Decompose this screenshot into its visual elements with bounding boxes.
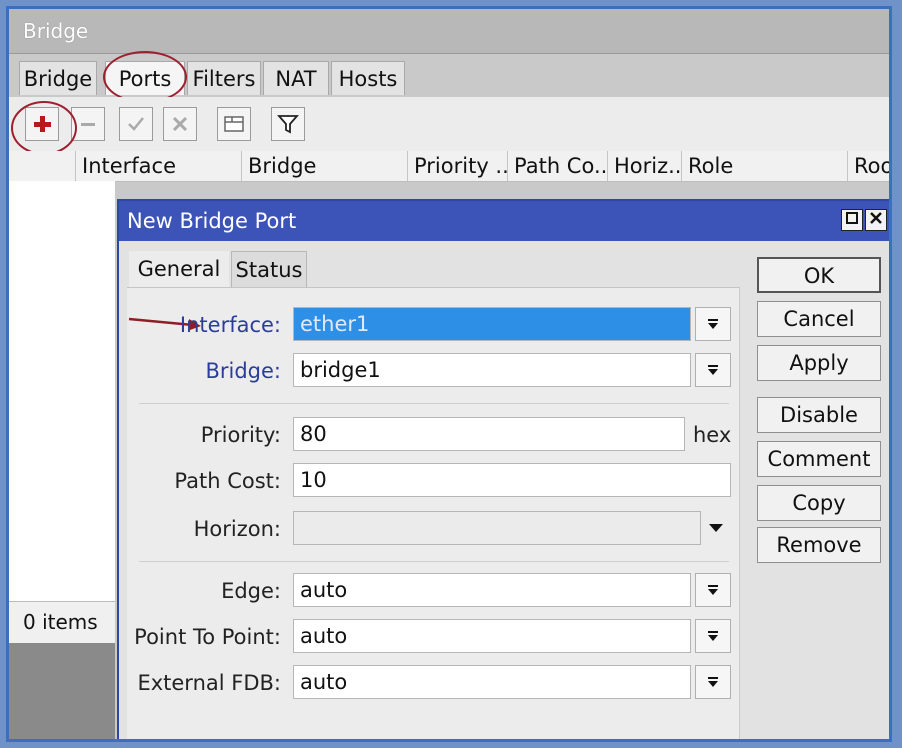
dropdown-arrow-icon bbox=[708, 319, 718, 329]
point-to-point-dropdown-button[interactable] bbox=[695, 619, 731, 653]
items-count: 0 items bbox=[23, 610, 98, 634]
remove-button[interactable] bbox=[71, 107, 105, 141]
enable-button[interactable] bbox=[119, 107, 153, 141]
cross-icon bbox=[172, 116, 188, 132]
dropdown-arrow-icon bbox=[708, 631, 718, 641]
point-to-point-field[interactable]: auto bbox=[293, 619, 691, 653]
disable-button[interactable] bbox=[163, 107, 197, 141]
maximize-icon bbox=[846, 212, 858, 224]
apply-button[interactable]: Apply bbox=[757, 345, 881, 381]
path-cost-label: Path Cost: bbox=[174, 469, 281, 493]
form-divider bbox=[739, 287, 740, 739]
external-fdb-dropdown-button[interactable] bbox=[695, 665, 731, 699]
edge-field[interactable]: auto bbox=[293, 573, 691, 607]
plus-icon bbox=[34, 116, 51, 132]
checkmark-icon bbox=[128, 117, 144, 131]
filter-button[interactable] bbox=[271, 107, 305, 141]
bridge-window: Bridge Bridge Ports Filters NAT Hosts In… bbox=[6, 6, 892, 742]
comment-button[interactable] bbox=[217, 107, 251, 141]
close-button[interactable] bbox=[865, 209, 887, 231]
priority-unit: hex bbox=[693, 423, 732, 447]
separator bbox=[139, 561, 729, 562]
bridge-dropdown-button[interactable] bbox=[695, 353, 731, 387]
disable-button[interactable]: Disable bbox=[757, 397, 881, 433]
toolbar bbox=[9, 97, 889, 151]
tab-ports[interactable]: Ports bbox=[105, 61, 185, 95]
priority-label: Priority: bbox=[200, 423, 281, 447]
interface-label: Interface: bbox=[179, 313, 281, 337]
add-button[interactable] bbox=[25, 107, 59, 141]
ports-list[interactable] bbox=[9, 181, 115, 601]
tab-nat[interactable]: NAT bbox=[263, 61, 329, 95]
dropdown-arrow-icon bbox=[708, 677, 718, 687]
col-bridge[interactable]: Bridge bbox=[241, 151, 407, 181]
horizon-field[interactable] bbox=[293, 511, 701, 545]
comment-button[interactable]: Comment bbox=[757, 441, 881, 477]
tab-hosts[interactable]: Hosts bbox=[331, 61, 405, 95]
bridge-label: Bridge: bbox=[205, 359, 281, 383]
status-bar: 0 items bbox=[9, 601, 115, 644]
remove-button[interactable]: Remove bbox=[757, 527, 881, 563]
dropdown-arrow-icon bbox=[708, 585, 718, 595]
tab-bridge[interactable]: Bridge bbox=[19, 61, 97, 95]
col-horizon[interactable]: Horiz... bbox=[607, 151, 681, 181]
dialog-tab-status[interactable]: Status bbox=[231, 251, 307, 287]
interface-dropdown-button[interactable] bbox=[695, 307, 731, 341]
dropdown-arrow-icon bbox=[708, 365, 718, 375]
window-titlebar: Bridge bbox=[9, 9, 889, 54]
col-interface[interactable]: Interface bbox=[75, 151, 241, 181]
path-cost-field[interactable]: 10 bbox=[293, 463, 731, 497]
horizon-dropdown-icon[interactable] bbox=[707, 521, 725, 535]
separator bbox=[139, 403, 729, 404]
copy-button[interactable]: Copy bbox=[757, 485, 881, 521]
window-title: Bridge bbox=[23, 19, 89, 43]
window-bottom-area bbox=[9, 643, 115, 739]
dialog-tab-general[interactable]: General bbox=[129, 251, 229, 287]
note-icon bbox=[224, 116, 244, 132]
col-priority[interactable]: Priority ... bbox=[407, 151, 507, 181]
dialog-title: New Bridge Port bbox=[127, 209, 297, 233]
interface-field[interactable]: ether1 bbox=[293, 307, 691, 341]
cancel-button[interactable]: Cancel bbox=[757, 301, 881, 337]
filter-icon bbox=[277, 115, 299, 134]
bridge-field[interactable]: bridge1 bbox=[293, 353, 691, 387]
priority-field[interactable]: 80 bbox=[293, 417, 685, 451]
col-root[interactable]: Roo bbox=[847, 151, 889, 181]
horizon-label: Horizon: bbox=[193, 517, 281, 541]
col-path-cost[interactable]: Path Co... bbox=[507, 151, 607, 181]
close-icon bbox=[870, 212, 882, 224]
tab-filters[interactable]: Filters bbox=[187, 61, 261, 95]
minus-icon bbox=[81, 123, 95, 126]
external-fdb-label: External FDB: bbox=[137, 671, 281, 695]
column-headers: Interface Bridge Priority ... Path Co...… bbox=[9, 151, 889, 182]
point-to-point-label: Point To Point: bbox=[134, 625, 281, 649]
maximize-button[interactable] bbox=[841, 209, 863, 231]
edge-dropdown-button[interactable] bbox=[695, 573, 731, 607]
new-bridge-port-dialog: New Bridge Port General Status Interface… bbox=[117, 199, 889, 739]
edge-label: Edge: bbox=[221, 579, 281, 603]
ok-button[interactable]: OK bbox=[757, 257, 881, 293]
external-fdb-field[interactable]: auto bbox=[293, 665, 691, 699]
dialog-titlebar: New Bridge Port bbox=[119, 201, 889, 241]
col-role[interactable]: Role bbox=[681, 151, 847, 181]
